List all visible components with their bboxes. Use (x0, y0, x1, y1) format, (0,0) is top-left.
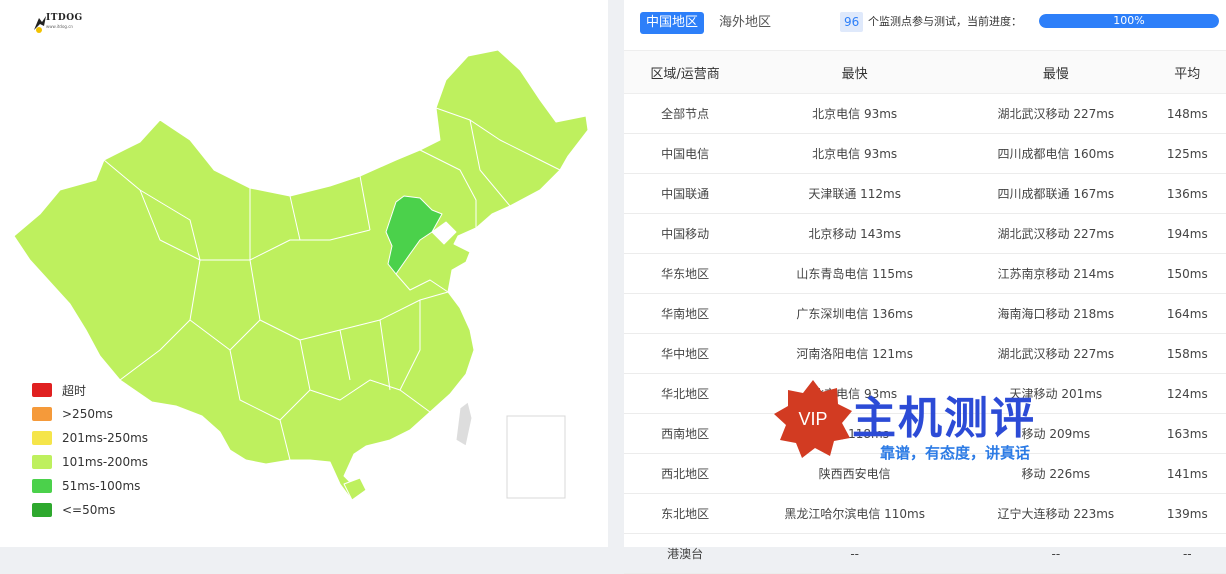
cell-region: 西南地区 (624, 413, 747, 454)
table-row: 东北地区 黑龙江哈尔滨电信 110ms 辽宁大连移动 223ms 139ms (624, 493, 1226, 534)
cell-slowest: -- (963, 533, 1149, 574)
map-legend: 超时 >250ms 201ms-250ms 101ms-200ms 51ms-1… (32, 378, 148, 522)
cell-region: 华东地区 (624, 253, 747, 294)
legend-label: <=50ms (62, 503, 116, 517)
cell-average: 164ms (1148, 293, 1226, 334)
cell-slowest: 四川成都电信 160ms (963, 133, 1149, 174)
cell-average: 124ms (1148, 373, 1226, 414)
watermark-title: 主机测评 (852, 393, 1036, 444)
progress-bar: 100% (1039, 14, 1219, 28)
cell-region: 全部节点 (624, 93, 747, 134)
vip-badge-text: VIP (798, 409, 827, 429)
cell-fastest: 北京电信 93ms (746, 133, 964, 174)
column-header-slowest[interactable]: 最慢 (963, 50, 1149, 94)
tab-china[interactable]: 中国地区 (640, 12, 705, 34)
cell-region: 港澳台 (624, 533, 747, 574)
legend-swatch (32, 503, 52, 517)
legend-item-over-250: >250ms (32, 402, 148, 426)
legend-swatch (32, 479, 52, 493)
legend-item-timeout: 超时 (32, 378, 148, 402)
table-row: 中国电信 北京电信 93ms 四川成都电信 160ms 125ms (624, 133, 1226, 174)
cell-region: 华中地区 (624, 333, 747, 374)
map-island-taiwan (455, 401, 473, 447)
cell-fastest: 北京移动 143ms (746, 213, 964, 254)
cell-average: 139ms (1148, 493, 1226, 534)
legend-label: 超时 (62, 383, 87, 398)
map-panel: ITDOG www.itdog.cn 超时 >250ms 201ms-250ms… (0, 0, 608, 547)
cell-slowest: 四川成都联通 167ms (963, 173, 1149, 214)
legend-label: 51ms-100ms (62, 479, 141, 493)
cell-fastest: 北京电信 93ms (746, 93, 964, 134)
table-row: 全部节点 北京电信 93ms 湖北武汉移动 227ms 148ms (624, 93, 1226, 134)
cell-slowest: 海南海口移动 218ms (963, 293, 1149, 334)
legend-item-101-200: 101ms-200ms (32, 450, 148, 474)
cell-slowest: 湖北武汉移动 227ms (963, 333, 1149, 374)
cell-average: 163ms (1148, 413, 1226, 454)
cell-fastest: 黑龙江哈尔滨电信 110ms (746, 493, 964, 534)
cell-average: 148ms (1148, 93, 1226, 134)
legend-swatch (32, 383, 52, 397)
legend-item-201-250: 201ms-250ms (32, 426, 148, 450)
legend-label: 201ms-250ms (62, 431, 149, 445)
legend-label: >250ms (62, 407, 113, 421)
cell-average: 194ms (1148, 213, 1226, 254)
table-row: 中国移动 北京移动 143ms 湖北武汉移动 227ms 194ms (624, 213, 1226, 254)
table-row: 华东地区 山东青岛电信 115ms 江苏南京移动 214ms 150ms (624, 253, 1226, 294)
table-row: 港澳台 -- -- -- (624, 533, 1226, 574)
cell-region: 中国移动 (624, 213, 747, 254)
column-header-average[interactable]: 平均 (1148, 50, 1226, 94)
node-count-badge: 96 (840, 12, 864, 32)
legend-label: 101ms-200ms (62, 455, 149, 469)
south-sea-inset (506, 415, 566, 499)
cell-fastest: -- (746, 533, 964, 574)
panel-divider (608, 0, 624, 547)
cell-fastest: 河南洛阳电信 121ms (746, 333, 964, 374)
legend-item-51-100: 51ms-100ms (32, 474, 148, 498)
column-header-region[interactable]: 区域/运营商 (624, 50, 747, 94)
cell-average: 136ms (1148, 173, 1226, 214)
results-table: 区域/运营商 最快 最慢 平均 全部节点 北京电信 93ms 湖北武汉移动 227m… (624, 50, 1226, 574)
cell-average: 125ms (1148, 133, 1226, 174)
vip-badge-icon: VIP (774, 380, 852, 458)
tab-overseas[interactable]: 海外地区 (713, 12, 777, 34)
legend-item-under-50: <=50ms (32, 498, 148, 522)
cell-fastest: 山东青岛电信 115ms (746, 253, 964, 294)
table-row: 华南地区 广东深圳电信 136ms 海南海口移动 218ms 164ms (624, 293, 1226, 334)
cell-average: -- (1148, 533, 1226, 574)
legend-swatch (32, 431, 52, 445)
cell-average: 158ms (1148, 333, 1226, 374)
node-count-text: 个监测点参与测试，当前进度： (868, 15, 1022, 28)
table-row: 中国联通 天津联通 112ms 四川成都联通 167ms 136ms (624, 173, 1226, 214)
cell-region: 东北地区 (624, 493, 747, 534)
cell-slowest: 江苏南京移动 214ms (963, 253, 1149, 294)
cell-region: 西北地区 (624, 453, 747, 494)
table-header-row: 区域/运营商 最快 最慢 平均 (624, 50, 1226, 94)
cell-region: 中国电信 (624, 133, 747, 174)
cell-fastest: 天津联通 112ms (746, 173, 964, 214)
column-header-fastest[interactable]: 最快 (746, 50, 964, 94)
cell-region: 华南地区 (624, 293, 747, 334)
legend-swatch (32, 455, 52, 469)
cell-region: 华北地区 (624, 373, 747, 414)
watermark: VIP 主机测评 靠谱，有态度，讲真话 (772, 378, 1072, 468)
legend-swatch (32, 407, 52, 421)
cell-fastest: 广东深圳电信 136ms (746, 293, 964, 334)
cell-average: 141ms (1148, 453, 1226, 494)
progress-fill: 100% (1039, 14, 1219, 28)
table-row: 华中地区 河南洛阳电信 121ms 湖北武汉移动 227ms 158ms (624, 333, 1226, 374)
cell-slowest: 湖北武汉移动 227ms (963, 213, 1149, 254)
cell-region: 中国联通 (624, 173, 747, 214)
cell-slowest: 湖北武汉移动 227ms (963, 93, 1149, 134)
cell-slowest: 辽宁大连移动 223ms (963, 493, 1149, 534)
results-toolbar: 中国地区 海外地区 96 个监测点参与测试，当前进度： 100% (624, 0, 1226, 48)
watermark-subtitle: 靠谱，有态度，讲真话 (880, 444, 1031, 462)
cell-average: 150ms (1148, 253, 1226, 294)
